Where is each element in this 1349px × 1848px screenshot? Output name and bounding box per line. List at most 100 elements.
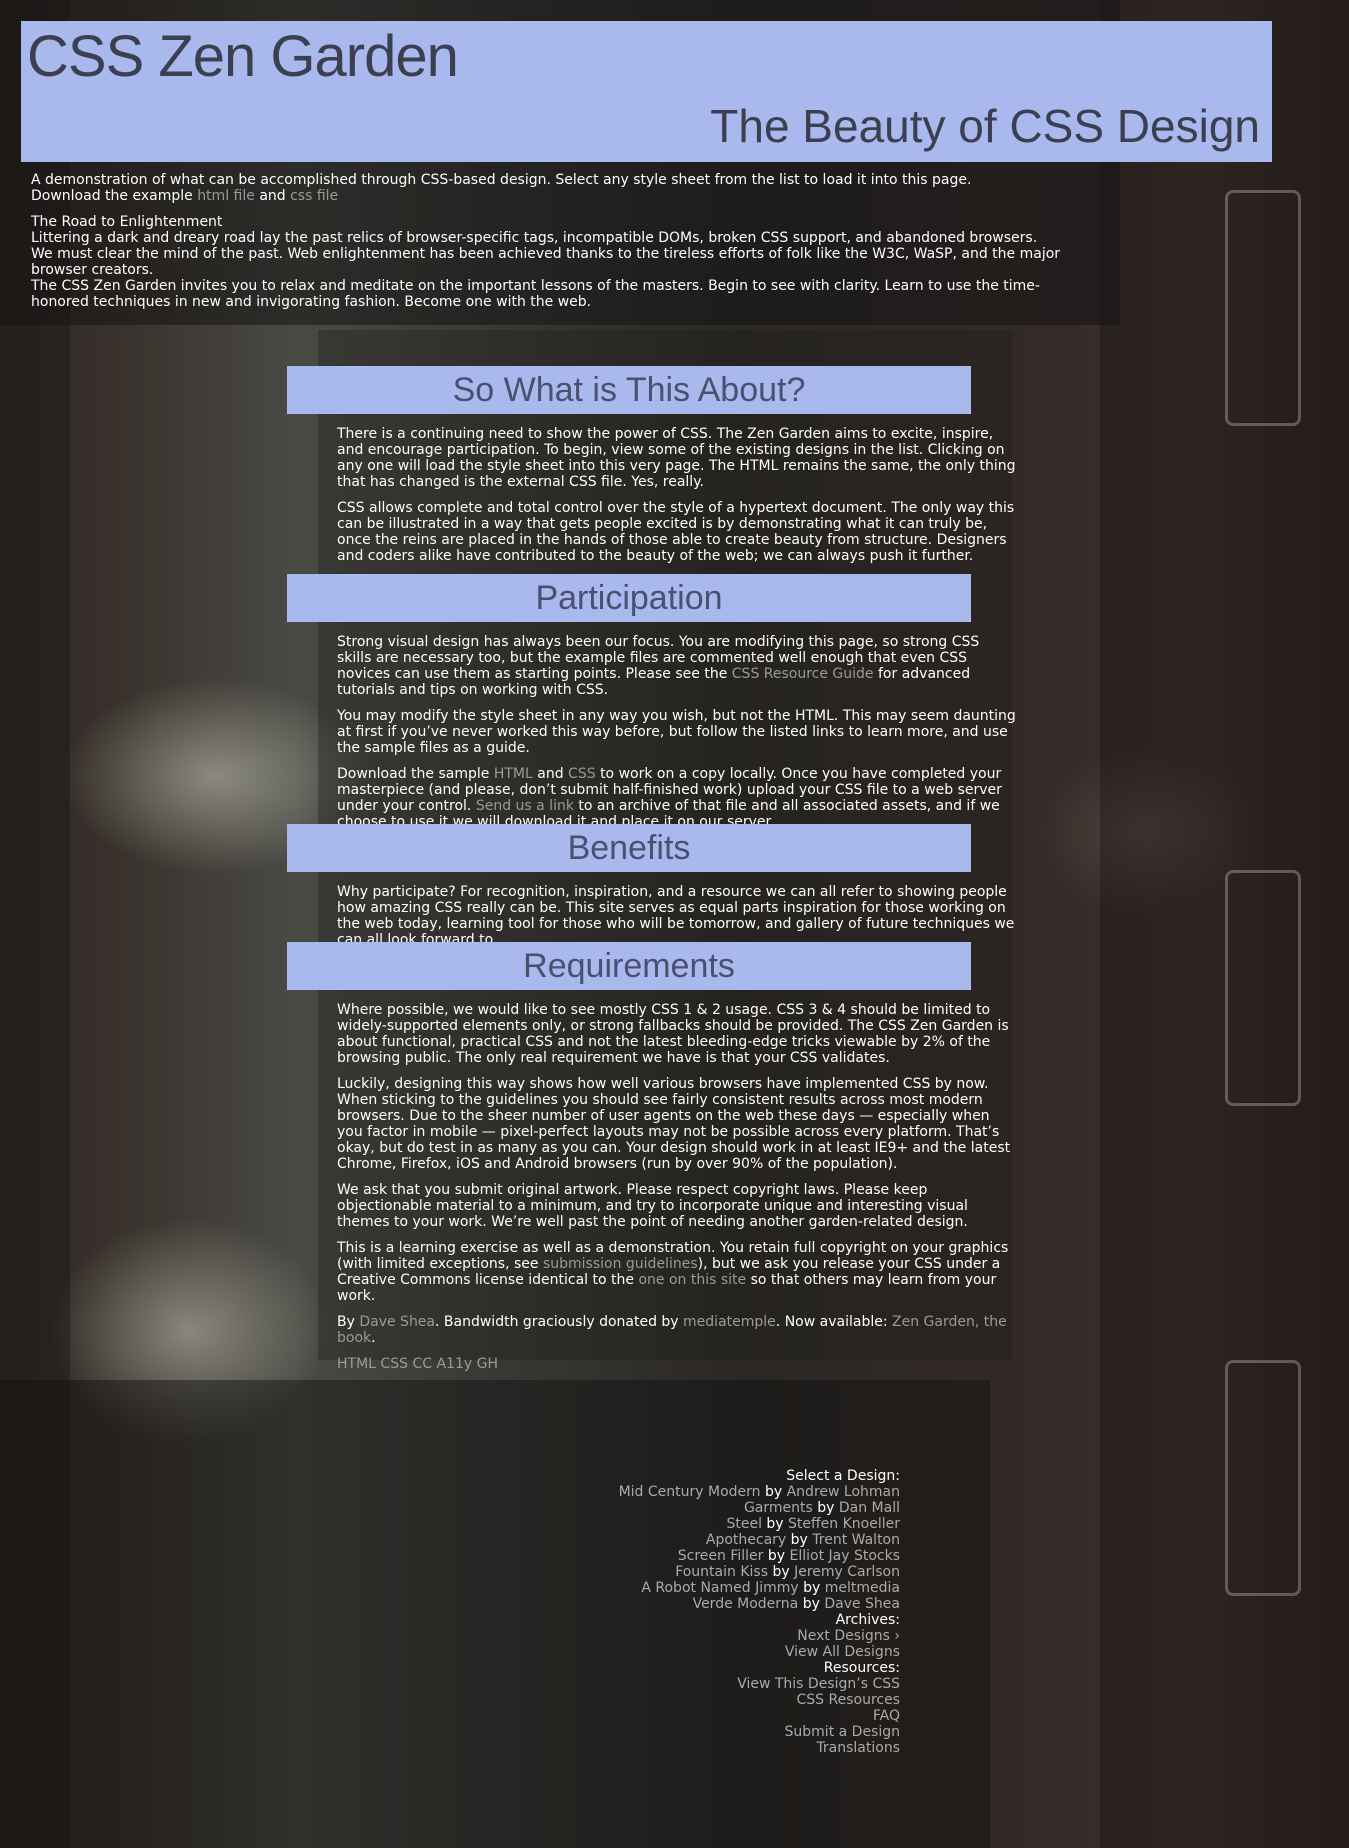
send-link-link[interactable]: Send us a link [476, 798, 574, 814]
design-by: by [803, 1580, 821, 1596]
design-selection-sidebar: Select a Design: Mid Century Modern by A… [500, 1468, 900, 1756]
credits-by: By [337, 1314, 355, 1330]
design-item: Screen Filler by Elliot Jay Stocks [500, 1548, 900, 1564]
design-by: by [790, 1532, 808, 1548]
submit-design-link[interactable]: Submit a Design [785, 1724, 900, 1740]
requirements-p2: Luckily, designing this way shows how we… [337, 1076, 1011, 1172]
page-header: CSS Zen Garden The Beauty of CSS Design [21, 21, 1272, 162]
benefits-p1: Why participate? For recognition, inspir… [337, 884, 1015, 948]
next-designs-link[interactable]: Next Designs › [797, 1628, 900, 1644]
design-by: by [764, 1484, 783, 1500]
footer-link-cc[interactable]: CC [412, 1356, 432, 1372]
participation-p2: You may modify the style sheet in any wa… [337, 708, 1016, 756]
benefits-heading: Benefits [287, 824, 971, 872]
intro-summary-text: A demonstration of what can be accomplis… [31, 172, 972, 188]
site-subtitle: The Beauty of CSS Design [710, 100, 1260, 152]
design-name-link[interactable]: Verde Moderna [693, 1596, 799, 1612]
design-name-link[interactable]: Fountain Kiss [675, 1564, 768, 1580]
credits-available: . Now available: [775, 1314, 888, 1330]
participation-p3-text: Download the sample [337, 766, 490, 782]
design-author-link[interactable]: Steffen Knoeller [788, 1516, 900, 1532]
participation-body: Strong visual design has always been our… [337, 634, 1017, 840]
credits-bandwidth: . Bandwidth graciously donated by [435, 1314, 679, 1330]
design-item: Verde Moderna by Dave Shea [500, 1596, 900, 1612]
requirements-p1: Where possible, we would like to see mos… [337, 1002, 1009, 1066]
preamble-p3: The CSS Zen Garden invites you to relax … [31, 278, 1040, 310]
credits-line: By Dave Shea. Bandwidth graciously donat… [337, 1314, 1017, 1346]
footer-link-css[interactable]: CSS [380, 1356, 408, 1372]
download-prefix: Download the example [31, 188, 193, 204]
design-author-link[interactable]: Trent Walton [812, 1532, 900, 1548]
design-item: Apothecary by Trent Walton [500, 1532, 900, 1548]
participation-p3-and: and [537, 766, 564, 782]
design-name-link[interactable]: Apothecary [706, 1532, 786, 1548]
explanation-p2: CSS allows complete and total control ov… [337, 500, 1015, 564]
design-name-link[interactable]: Mid Century Modern [619, 1484, 761, 1500]
intro-summary: A demonstration of what can be accomplis… [31, 172, 1091, 204]
author-link[interactable]: Dave Shea [359, 1314, 435, 1330]
requirements-p4: This is a learning exercise as well as a… [337, 1240, 1017, 1304]
translations-link[interactable]: Translations [816, 1740, 900, 1756]
footer-link-gh[interactable]: GH [477, 1356, 498, 1372]
background-sign-1 [1225, 190, 1301, 426]
credits-period: . [371, 1330, 376, 1346]
footer-link-html[interactable]: HTML [337, 1356, 376, 1372]
requirements-p3: We ask that you submit original artwork.… [337, 1182, 968, 1230]
design-by: by [766, 1516, 784, 1532]
preamble-p1: Littering a dark and dreary road lay the… [31, 230, 1038, 246]
explanation-p1: There is a continuing need to show the p… [337, 426, 1016, 490]
sample-html-link[interactable]: HTML [494, 766, 533, 782]
site-title: CSS Zen Garden [27, 24, 459, 89]
design-author-link[interactable]: Andrew Lohman [787, 1484, 900, 1500]
design-item: Mid Century Modern by Andrew Lohman [500, 1484, 900, 1500]
design-author-link[interactable]: Elliot Jay Stocks [789, 1548, 900, 1564]
license-link[interactable]: one on this site [638, 1272, 746, 1288]
design-name-link[interactable]: Steel [726, 1516, 762, 1532]
preamble-p2: We must clear the mind of the past. Web … [31, 246, 1061, 278]
design-author-link[interactable]: Jeremy Carlson [794, 1564, 900, 1580]
intro-section: A demonstration of what can be accomplis… [31, 172, 1091, 310]
view-css-link[interactable]: View This Design’s CSS [737, 1676, 900, 1692]
download-and: and [259, 188, 286, 204]
css-resources-link[interactable]: CSS Resources [797, 1692, 901, 1708]
submission-guidelines-link[interactable]: submission guidelines [543, 1256, 698, 1272]
css-file-link[interactable]: css file [290, 188, 338, 204]
requirements-title: Requirements [523, 947, 735, 985]
design-author-link[interactable]: meltmedia [825, 1580, 900, 1596]
requirements-body: Where possible, we would like to see mos… [337, 1002, 1017, 1382]
explanation-heading: So What is This About? [287, 366, 971, 414]
select-design-title: Select a Design: [786, 1468, 900, 1484]
preamble-title: The Road to Enlightenment [31, 214, 223, 230]
design-author-link[interactable]: Dan Mall [839, 1500, 900, 1516]
resources-title: Resources: [823, 1660, 900, 1676]
background-sign-3 [1225, 1360, 1301, 1596]
css-resource-guide-link[interactable]: CSS Resource Guide [732, 666, 874, 682]
design-item: Steel by Steffen Knoeller [500, 1516, 900, 1532]
participation-title: Participation [535, 579, 723, 617]
design-name-link[interactable]: Garments [744, 1500, 813, 1516]
participation-p1: Strong visual design has always been our… [337, 634, 1017, 698]
design-by: by [817, 1500, 835, 1516]
design-item: Fountain Kiss by Jeremy Carlson [500, 1564, 900, 1580]
archives-title: Archives: [835, 1612, 900, 1628]
explanation-title: So What is This About? [452, 371, 806, 409]
footer-links: HTML CSS CC A11y GH [337, 1356, 1017, 1372]
design-by: by [767, 1548, 786, 1564]
background-sign-2 [1225, 870, 1301, 1106]
design-name-link[interactable]: Screen Filler [678, 1548, 764, 1564]
participation-p3: Download the sample HTML and CSS to work… [337, 766, 1017, 830]
design-name-link[interactable]: A Robot Named Jimmy [641, 1580, 798, 1596]
participation-heading: Participation [287, 574, 971, 622]
sample-css-link[interactable]: CSS [568, 766, 596, 782]
view-all-designs-link[interactable]: View All Designs [785, 1644, 900, 1660]
design-author-link[interactable]: Dave Shea [824, 1596, 900, 1612]
explanation-body: There is a continuing need to show the p… [337, 426, 1017, 574]
html-file-link[interactable]: html file [197, 188, 255, 204]
footer-link-a11y[interactable]: A11y [436, 1356, 472, 1372]
design-item: A Robot Named Jimmy by meltmedia [500, 1580, 900, 1596]
design-by: by [802, 1596, 820, 1612]
host-link[interactable]: mediatemple [683, 1314, 776, 1330]
design-item: Garments by Dan Mall [500, 1500, 900, 1516]
requirements-heading: Requirements [287, 942, 971, 990]
faq-link[interactable]: FAQ [873, 1708, 900, 1724]
